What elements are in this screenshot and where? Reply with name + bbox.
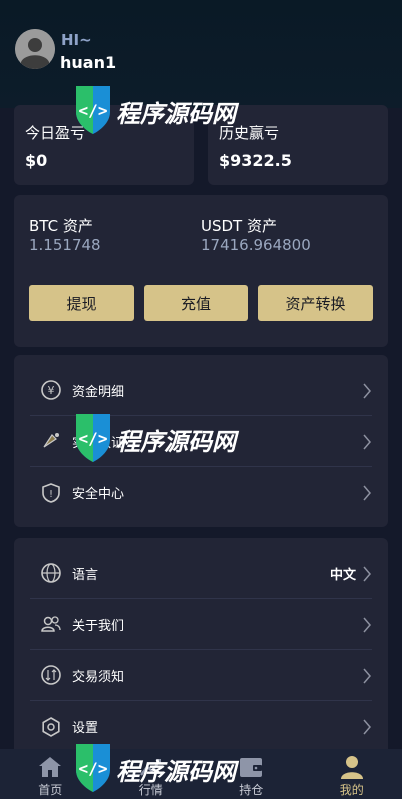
tab-mine[interactable]: 我的 [302,749,402,799]
tab-positions[interactable]: 持仓 [201,749,302,799]
today-pnl-label: 今日盈亏 [25,124,86,142]
chevron-right-icon [363,566,371,582]
gear-icon [40,716,62,738]
tab-home[interactable]: 首页 [0,749,101,799]
avatar[interactable] [15,29,55,69]
user-icon [15,29,55,69]
deposit-button[interactable]: 充值 [144,285,248,321]
menu-label: 资金明细 [72,384,125,400]
svg-text:!: ! [49,489,53,500]
usdt-asset-value: 17416.964800 [201,236,311,254]
assets-card: BTC 资产 1.151748 USDT 资产 17416.964800 提现 … [14,195,388,347]
account-menu: ¥ 资金明细 实名认证 ! 安全中心 [14,355,388,527]
menu-label: 设置 [72,721,99,736]
menu-item-fund-details[interactable]: ¥ 资金明细 [30,365,372,416]
settings-menu: 语言 中文 关于我们 交易须知 设置 [14,538,388,758]
menu-label: 语言 [72,567,99,583]
tab-label: 首页 [38,783,63,797]
users-icon [40,613,62,635]
tab-market[interactable]: 行情 [101,749,202,799]
withdraw-button[interactable]: 提现 [29,285,134,321]
history-pnl-label: 历史赢亏 [219,124,280,142]
bottom-tab-bar: 首页 行情 持仓 我的 [0,749,402,799]
menu-item-security[interactable]: ! 安全中心 [30,467,372,518]
menu-label: 关于我们 [72,618,125,634]
btc-asset-value: 1.151748 [29,236,101,254]
shield-icon: ! [40,482,62,504]
language-value: 中文 [329,567,356,583]
btc-asset-label: BTC 资产 [29,217,93,235]
menu-label: 实名认证 [72,435,125,451]
today-pnl-card: 今日盈亏 $0 [14,105,194,185]
menu-item-verify[interactable]: 实名认证 [30,416,372,467]
globe-icon [40,562,62,584]
trade-icon [40,664,62,686]
today-pnl-value: $0 [25,151,48,170]
fund-details-icon: ¥ [40,379,62,401]
usdt-asset-label: USDT 资产 [201,217,277,235]
home-icon [37,754,63,780]
chevron-right-icon [363,434,371,450]
tab-label: 行情 [138,783,163,797]
greeting: HI~ [61,31,92,49]
history-pnl-card: 历史赢亏 $9322.5 [208,105,388,185]
menu-label: 安全中心 [72,487,125,502]
history-pnl-value: $9322.5 [219,151,292,170]
profile-header: HI~ huan1 [0,0,402,108]
chevron-right-icon [363,485,371,501]
menu-item-about[interactable]: 关于我们 [30,599,372,650]
chevron-right-icon [363,617,371,633]
menu-label: 交易须知 [72,669,125,685]
username: huan1 [60,53,117,72]
wallet-icon [238,754,264,780]
user-icon [339,754,365,780]
chevron-right-icon [363,719,371,735]
convert-button[interactable]: 资产转换 [258,285,373,321]
svg-text:¥: ¥ [48,384,55,397]
verify-icon [40,430,62,452]
chevron-right-icon [363,668,371,684]
menu-item-trade-notice[interactable]: 交易须知 [30,650,372,701]
tab-label: 持仓 [239,783,264,797]
menu-item-settings[interactable]: 设置 [30,701,372,752]
tab-label: 我的 [339,783,364,797]
chart-icon [138,754,164,780]
chevron-right-icon [363,383,371,399]
menu-item-language[interactable]: 语言 中文 [30,548,372,599]
